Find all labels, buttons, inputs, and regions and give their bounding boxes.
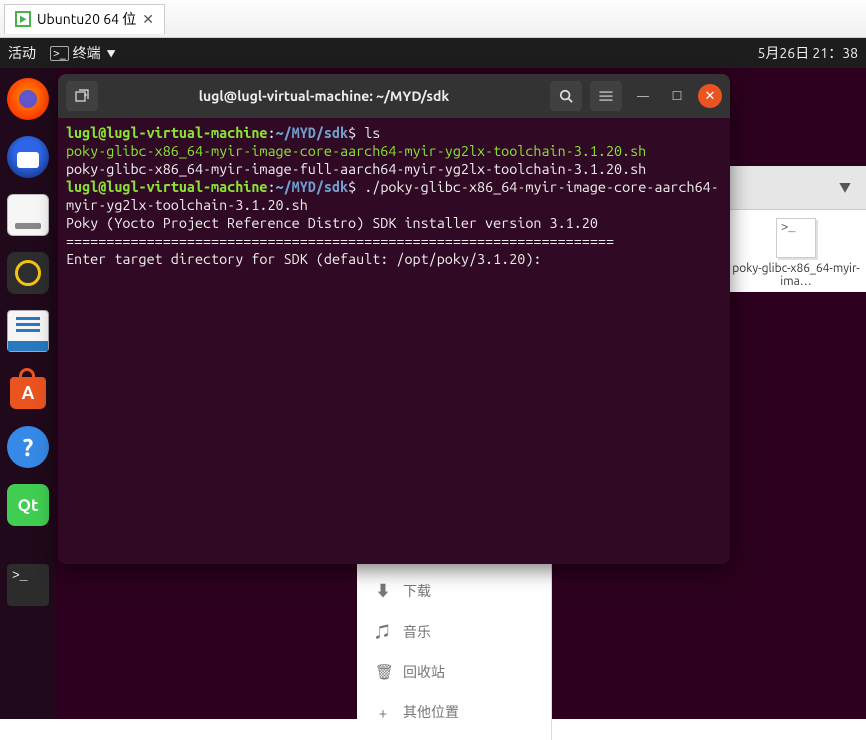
new-tab-button[interactable] xyxy=(66,81,98,111)
ubuntu-software-launcher[interactable] xyxy=(7,368,49,410)
firefox-launcher[interactable] xyxy=(7,78,49,120)
trash-icon: 🗑 xyxy=(375,663,391,681)
chevron-down-icon: ▼ xyxy=(107,47,116,60)
clock[interactable]: 5月26日 21：38 xyxy=(758,43,858,63)
chevron-down-icon[interactable]: ▼ xyxy=(832,175,858,201)
files-sidebar: ⬇ 下载 ♫ 音乐 🗑 回收站 + 其他位置 xyxy=(357,562,552,740)
prompt-sep: : xyxy=(267,125,275,141)
search-icon xyxy=(559,89,573,103)
prompt-path: ~/MYD/sdk xyxy=(276,125,349,141)
terminal-launcher[interactable] xyxy=(7,564,49,606)
sidebar-item-label: 其他位置 xyxy=(403,702,459,722)
terminal-icon: >_ xyxy=(50,46,69,61)
libreoffice-writer-launcher[interactable] xyxy=(7,310,49,352)
maximize-button[interactable]: ☐ xyxy=(664,83,690,109)
prompt-symbol: $ xyxy=(348,179,356,195)
sidebar-item-music[interactable]: ♫ 音乐 xyxy=(357,611,551,652)
output-line: ========================================… xyxy=(66,233,614,249)
output-line: poky-glibc-x86_64-myir-image-full-aarch6… xyxy=(66,161,646,177)
close-icon[interactable]: ✕ xyxy=(142,11,154,28)
sidebar-item-trash[interactable]: 🗑 回收站 xyxy=(357,652,551,692)
shell-script-icon: >_ xyxy=(776,218,816,258)
terminal-body[interactable]: lugl@lugl-virtual-machine:~/MYD/sdk$ ls … xyxy=(58,118,730,564)
app-menu-button[interactable]: >_ 终端 ▼ xyxy=(50,43,116,63)
close-button[interactable]: ✕ xyxy=(698,84,722,108)
app-menu-label: 终端 xyxy=(73,43,101,63)
minimize-button[interactable]: — xyxy=(630,83,656,109)
file-item[interactable]: >_ poky-glibc-x86_64-myir-ima… xyxy=(726,210,866,292)
prompt-path: ~/MYD/sdk xyxy=(276,179,349,195)
new-tab-icon xyxy=(74,88,90,104)
output-line: poky-glibc-x86_64-myir-image-core-aarch6… xyxy=(66,143,646,159)
dock: ? Qt xyxy=(0,68,56,719)
prompt-symbol: $ xyxy=(348,125,356,141)
help-launcher[interactable]: ? xyxy=(7,426,49,468)
sidebar-item-label: 下载 xyxy=(403,581,431,601)
hamburger-menu-button[interactable] xyxy=(590,81,622,111)
command-text: ls xyxy=(364,125,380,141)
search-button[interactable] xyxy=(550,81,582,111)
file-label: poky-glibc-x86_64-myir-ima… xyxy=(730,262,862,288)
terminal-titlebar[interactable]: lugl@lugl-virtual-machine: ~/MYD/sdk — ☐… xyxy=(58,74,730,118)
terminal-window: lugl@lugl-virtual-machine: ~/MYD/sdk — ☐… xyxy=(58,74,730,564)
vm-tab-label: Ubuntu20 64 位 xyxy=(37,9,136,29)
vm-running-icon xyxy=(15,11,31,27)
qt-creator-launcher[interactable]: Qt xyxy=(7,484,49,526)
ubuntu-top-bar: 活动 >_ 终端 ▼ 5月26日 21：38 xyxy=(0,38,866,68)
activities-button[interactable]: 活动 xyxy=(8,43,36,63)
sidebar-item-label: 回收站 xyxy=(403,662,445,682)
prompt-user: lugl@lugl-virtual-machine xyxy=(66,125,267,141)
thunderbird-launcher[interactable] xyxy=(7,136,49,178)
files-header-bar: ▼ xyxy=(726,166,866,210)
sidebar-item-other-locations[interactable]: + 其他位置 xyxy=(357,692,551,732)
sidebar-item-downloads[interactable]: ⬇ 下载 xyxy=(357,570,551,611)
sidebar-item-label: 音乐 xyxy=(403,622,431,642)
prompt-user: lugl@lugl-virtual-machine xyxy=(66,179,267,195)
plus-icon: + xyxy=(375,704,391,721)
files-launcher[interactable] xyxy=(7,194,49,236)
vm-tab[interactable]: Ubuntu20 64 位 ✕ xyxy=(4,4,165,34)
terminal-title: lugl@lugl-virtual-machine: ~/MYD/sdk xyxy=(106,88,542,104)
desktop: ? Qt 帮助 ▼ >_ poky-glibc-x86_64-myir-ima…… xyxy=(0,68,866,719)
vm-tab-bar: Ubuntu20 64 位 ✕ xyxy=(0,0,866,38)
prompt-sep: : xyxy=(267,179,275,195)
output-line: Poky (Yocto Project Reference Distro) SD… xyxy=(66,215,598,231)
download-icon: ⬇ xyxy=(375,580,391,601)
files-window[interactable]: ▼ >_ poky-glibc-x86_64-myir-ima… xyxy=(726,166,866,292)
output-line: Enter target directory for SDK (default:… xyxy=(66,251,550,267)
rhythmbox-launcher[interactable] xyxy=(7,252,49,294)
music-icon: ♫ xyxy=(375,621,391,642)
